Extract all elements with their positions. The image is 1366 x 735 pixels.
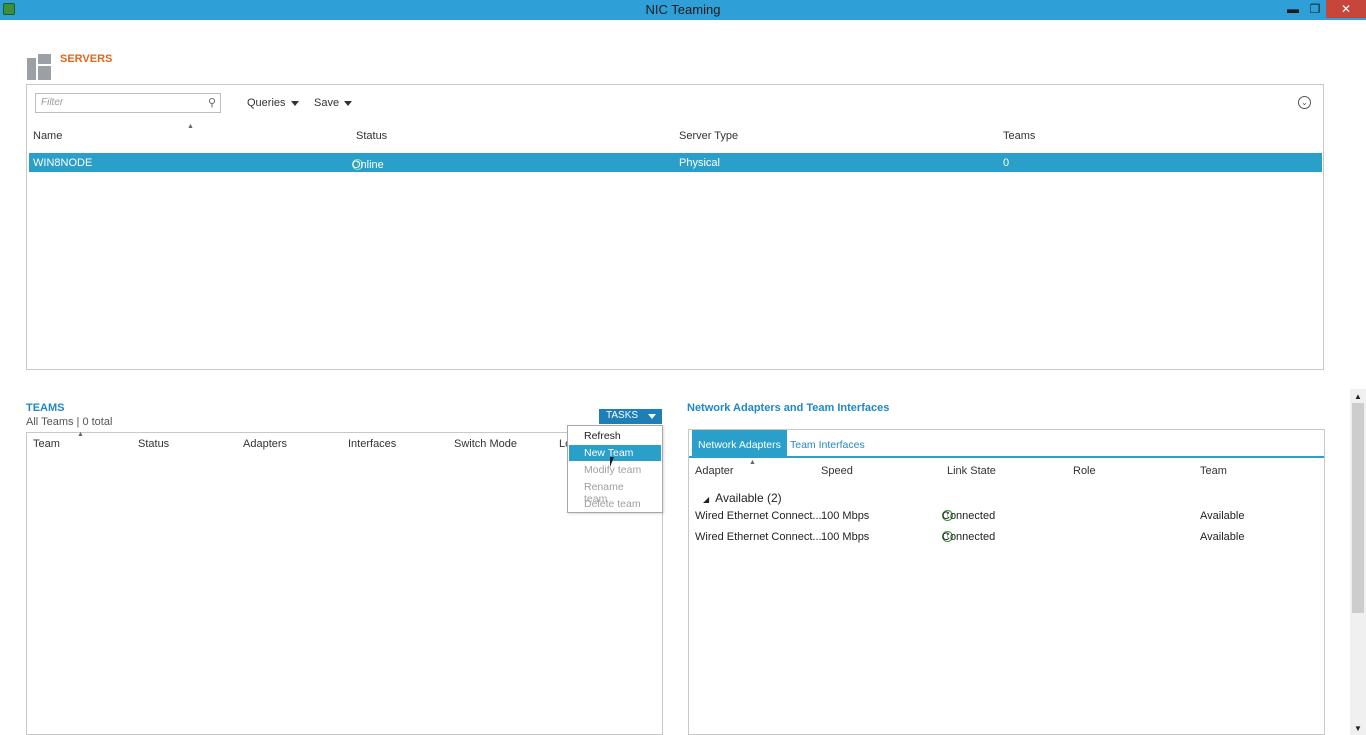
save-label: Save bbox=[314, 97, 340, 109]
chevron-down-icon bbox=[648, 414, 656, 419]
server-status-text: Online bbox=[352, 159, 384, 171]
column-header-speed[interactable]: Speed bbox=[821, 465, 853, 477]
queries-label: Queries bbox=[247, 97, 286, 109]
servers-panel: Filter ⚲ Queries Save ⌄ ▲ Name Status Se… bbox=[26, 84, 1324, 370]
chevron-down-icon bbox=[344, 100, 353, 106]
menu-item-refresh[interactable]: Refresh bbox=[569, 428, 661, 444]
tab-underline bbox=[689, 456, 1324, 458]
adapter-team: Available bbox=[1200, 510, 1245, 522]
table-row[interactable]: Wired Ethernet Connect... 100 Mbps ↑ Conn… bbox=[689, 508, 1324, 526]
table-row[interactable]: WIN8NODE ↑ Online Physical 0 bbox=[29, 153, 1322, 172]
filter-input[interactable]: Filter ⚲ bbox=[35, 93, 221, 113]
minimize-icon[interactable]: ▬ bbox=[1282, 0, 1304, 18]
tasks-menu: Refresh New Team Modify team Rename team… bbox=[567, 425, 663, 513]
mouse-cursor-icon bbox=[610, 457, 614, 467]
tab-network-adapters[interactable]: Network Adapters bbox=[692, 430, 787, 456]
column-header-name[interactable]: Name bbox=[33, 130, 62, 142]
chevron-down-icon bbox=[290, 100, 299, 106]
column-header-switch-mode[interactable]: Switch Mode bbox=[454, 438, 517, 450]
column-header-team[interactable]: Team bbox=[33, 438, 60, 450]
scroll-up-icon[interactable]: ▲ bbox=[1354, 392, 1362, 401]
column-header-adapters[interactable]: Adapters bbox=[243, 438, 287, 450]
menu-item-modify-team[interactable]: Modify team bbox=[569, 462, 661, 478]
menu-item-delete-team[interactable]: Delete team bbox=[569, 496, 661, 512]
server-teams: 0 bbox=[1003, 157, 1010, 169]
scroll-down-icon[interactable]: ▼ bbox=[1354, 724, 1362, 733]
group-label: Available (2) bbox=[715, 491, 782, 505]
link-state-text: Connected bbox=[942, 510, 996, 522]
tasks-button[interactable]: TASKS bbox=[599, 409, 662, 424]
tab-team-interfaces[interactable]: Team Interfaces bbox=[784, 430, 871, 456]
menu-item-rename-team[interactable]: Rename team bbox=[569, 479, 661, 505]
adapters-title: Network Adapters and Team Interfaces bbox=[687, 402, 890, 414]
column-header-status[interactable]: Status bbox=[138, 438, 169, 450]
adapter-name: Wired Ethernet Connect... bbox=[695, 531, 822, 543]
tasks-label: TASKS bbox=[606, 410, 639, 421]
adapter-name: Wired Ethernet Connect... bbox=[695, 510, 822, 522]
adapters-panel: Network Adapters Team Interfaces ▲ Adapt… bbox=[688, 429, 1325, 735]
adapter-speed: 100 Mbps bbox=[821, 510, 870, 522]
search-icon[interactable]: ⚲ bbox=[208, 96, 216, 109]
column-header-teams[interactable]: Teams bbox=[1003, 130, 1035, 142]
column-header-status[interactable]: Status bbox=[356, 130, 387, 142]
maximize-icon[interactable]: ❐ bbox=[1304, 0, 1326, 18]
menu-item-new-team[interactable]: New Team bbox=[569, 445, 661, 461]
close-icon[interactable]: ✕ bbox=[1326, 0, 1366, 18]
scroll-thumb[interactable] bbox=[1352, 403, 1364, 613]
servers-title: SERVERS bbox=[60, 53, 113, 65]
column-header-team[interactable]: Team bbox=[1200, 465, 1227, 477]
server-type: Physical bbox=[679, 157, 720, 169]
table-row[interactable]: Wired Ethernet Connect... 100 Mbps ↑ Conn… bbox=[689, 529, 1324, 547]
sort-ascending-icon: ▲ bbox=[187, 123, 194, 130]
window-title: NIC Teaming bbox=[645, 2, 721, 17]
server-name: WIN8NODE bbox=[33, 157, 93, 169]
sort-ascending-icon: ▲ bbox=[749, 459, 756, 466]
servers-icon bbox=[27, 54, 51, 80]
expand-collapse-icon[interactable]: ⌄ bbox=[1298, 96, 1311, 109]
collapse-triangle-icon[interactable]: ◢ bbox=[703, 495, 709, 504]
teams-title: TEAMS bbox=[26, 402, 65, 414]
link-state-text: Connected bbox=[942, 531, 996, 543]
teams-subtitle: All Teams | 0 total bbox=[26, 416, 113, 428]
column-header-link-state[interactable]: Link State bbox=[947, 465, 996, 477]
save-button[interactable]: Save bbox=[314, 97, 353, 109]
adapter-team: Available bbox=[1200, 531, 1245, 543]
group-header-available[interactable]: ◢ Available (2) bbox=[703, 491, 782, 505]
column-header-role[interactable]: Role bbox=[1073, 465, 1096, 477]
column-header-interfaces[interactable]: Interfaces bbox=[348, 438, 396, 450]
sort-ascending-icon: ▲ bbox=[77, 431, 84, 438]
title-bar: NIC Teaming ▬ ❐ ✕ bbox=[0, 0, 1366, 20]
adapter-speed: 100 Mbps bbox=[821, 531, 870, 543]
column-header-server-type[interactable]: Server Type bbox=[679, 130, 738, 142]
vertical-scrollbar[interactable]: ▲ ▼ bbox=[1350, 389, 1366, 735]
filter-placeholder: Filter bbox=[41, 97, 64, 108]
column-header-adapter[interactable]: Adapter bbox=[695, 465, 734, 477]
queries-button[interactable]: Queries bbox=[247, 97, 299, 109]
